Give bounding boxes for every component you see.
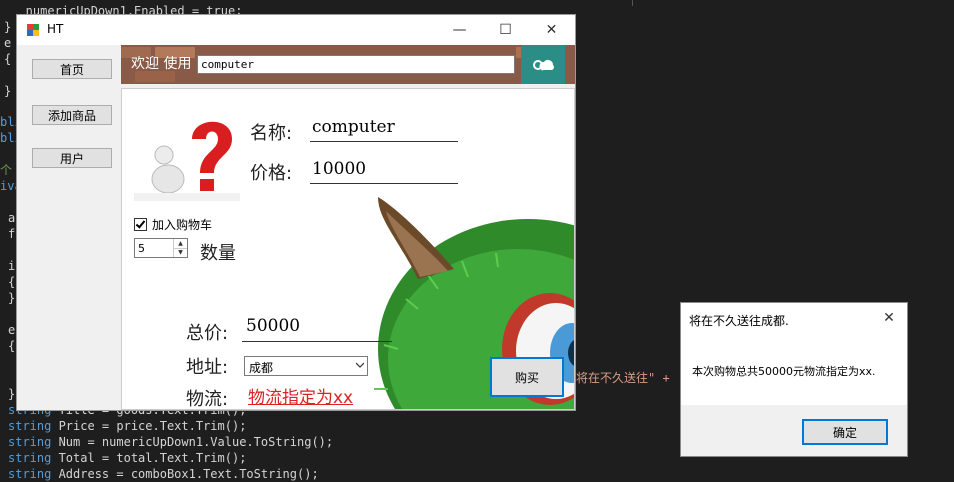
client-area: 首页 添加商品 用户 欢迎 使用 computer 名称: computer 价… — [17, 45, 575, 410]
main-window: HT — ☐ ✕ 首页 添加商品 用户 欢迎 使用 computer 名称: c… — [16, 14, 576, 411]
code-fragment: { — [8, 275, 16, 289]
cloud-search-button[interactable] — [521, 45, 565, 84]
quantity-value[interactable]: 5 — [138, 242, 145, 255]
name-field[interactable]: computer — [312, 117, 395, 137]
code-fragment: f — [8, 227, 16, 241]
code-keyword: string — [8, 467, 52, 481]
code-text: Price = price.Text.Trim(); — [51, 419, 247, 433]
banner: 欢迎 使用 computer — [121, 45, 575, 84]
add-to-cart-checkbox[interactable] — [134, 218, 147, 231]
add-product-button[interactable]: 添加商品 — [32, 105, 112, 125]
maximize-button[interactable]: ☐ — [483, 15, 528, 45]
code-keyword: string — [8, 451, 52, 465]
add-to-cart-label: 加入购物车 — [152, 218, 213, 232]
total-underline — [242, 341, 392, 342]
code-line: string Price = price.Text.Trim(); — [8, 418, 246, 434]
code-fragment: i — [8, 259, 16, 273]
message-box-title: 将在不久送往成都. — [689, 314, 789, 328]
editor-divider — [632, 0, 633, 6]
user-button[interactable]: 用户 — [32, 148, 112, 168]
message-box-body: 本次购物总共50000元物流指定为xx. — [692, 365, 876, 378]
price-label: 价格: — [250, 163, 293, 184]
name-label: 名称: — [250, 123, 293, 144]
title-bar[interactable]: HT — ☐ ✕ — [17, 15, 575, 45]
quantity-label: 数量 — [200, 243, 236, 264]
code-line: } — [4, 20, 12, 34]
minimize-button[interactable]: — — [437, 15, 482, 45]
code-text: Address = comboBox1.Text.ToString(); — [51, 467, 319, 481]
close-button[interactable]: ✕ — [529, 15, 574, 45]
code-line: e — [4, 36, 12, 50]
code-text: Num = numericUpDown1.Value.ToString(); — [51, 435, 334, 449]
close-icon[interactable]: ✕ — [875, 305, 903, 331]
code-keyword: string — [8, 419, 52, 433]
code-fragment: e — [8, 323, 16, 337]
search-input[interactable]: computer — [197, 55, 515, 74]
buy-button[interactable]: 购买 — [490, 357, 564, 397]
code-line: string Total = total.Text.Trim(); — [8, 450, 246, 466]
stepper-down-icon[interactable]: ▼ — [174, 248, 187, 257]
code-line: { — [4, 52, 12, 66]
message-box: 将在不久送往成都. ✕ 本次购物总共50000元物流指定为xx. 确定 — [680, 302, 908, 457]
product-panel: 名称: computer 价格: 10000 加入购物车 5 ▲ ▼ 数量 总价… — [121, 88, 575, 410]
chevron-down-icon — [356, 362, 364, 368]
code-fragment: a — [8, 211, 16, 225]
code-string-fragment: 将在不久送往" + — [576, 371, 670, 385]
cloud-search-icon — [533, 59, 554, 71]
name-underline — [310, 141, 458, 142]
address-selected-value: 成都 — [249, 361, 274, 375]
message-box-footer: 确定 — [681, 405, 907, 456]
logistics-link[interactable]: 物流指定为xx — [246, 383, 356, 408]
total-field[interactable]: 50000 — [242, 314, 366, 339]
code-line: } — [4, 84, 12, 98]
code-line: string Num = numericUpDown1.Value.ToStri… — [8, 434, 333, 450]
address-label: 地址: — [186, 357, 229, 378]
welcome-text: 欢迎 使用 — [131, 56, 192, 72]
code-keyword: string — [8, 435, 52, 449]
home-button[interactable]: 首页 — [32, 59, 112, 79]
code-fragment: } — [8, 387, 16, 401]
stepper-buttons: ▲ ▼ — [173, 239, 187, 257]
code-fragment: { — [8, 339, 16, 353]
ok-button[interactable]: 确定 — [802, 419, 888, 445]
quantity-stepper[interactable]: 5 ▲ ▼ — [134, 238, 188, 258]
code-fragment: } — [8, 291, 16, 305]
code-line: string Address = comboBox1.Text.ToString… — [8, 466, 319, 482]
total-label: 总价: — [186, 323, 229, 344]
app-icon — [27, 24, 39, 36]
question-figure-icon — [134, 121, 240, 201]
add-to-cart-checkbox-row[interactable]: 加入购物车 — [134, 216, 212, 233]
logistics-label: 物流: — [186, 389, 229, 410]
code-text: Total = total.Text.Trim(); — [51, 451, 247, 465]
window-title: HT — [47, 22, 64, 36]
price-field[interactable]: 10000 — [312, 159, 366, 179]
price-underline — [310, 183, 458, 184]
address-dropdown[interactable]: 成都 — [244, 356, 368, 376]
